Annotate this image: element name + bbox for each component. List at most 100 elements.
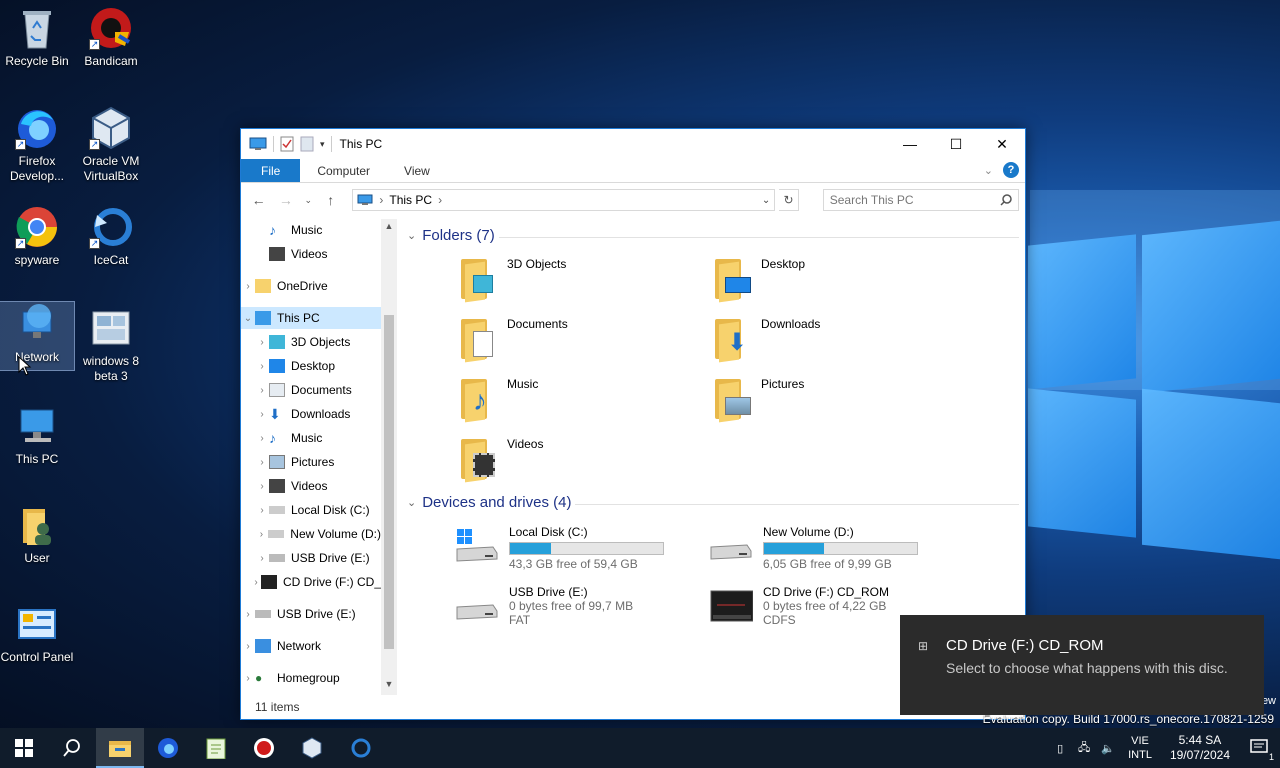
expand-chevron-icon[interactable]: › <box>255 361 269 372</box>
expand-ribbon-icon[interactable]: ⌄ <box>984 164 993 177</box>
folder-3d-objects[interactable]: 3D Objects <box>459 257 566 303</box>
close-button[interactable]: ✕ <box>979 129 1025 159</box>
drive-local-disk-c[interactable]: Local Disk (C:) 43,3 GB free of 59,4 GB <box>455 525 664 571</box>
up-button[interactable]: ↑ <box>319 192 342 208</box>
folder-desktop[interactable]: Desktop <box>713 257 805 303</box>
desktop-icon-user[interactable]: User <box>0 503 74 566</box>
expand-chevron-icon[interactable]: › <box>241 673 255 684</box>
nav-item-desktop[interactable]: › Desktop <box>241 355 381 377</box>
tab-view[interactable]: View <box>387 159 447 182</box>
expand-chevron-icon[interactable]: › <box>251 577 261 588</box>
scroll-thumb[interactable] <box>384 315 394 649</box>
address-bar[interactable]: › This PC › ⌄ <box>352 189 776 211</box>
drive-new-volume-d[interactable]: New Volume (D:) 6,05 GB free of 9,99 GB <box>709 525 918 571</box>
taskbar-file-explorer[interactable] <box>96 728 144 768</box>
expand-chevron-icon[interactable]: › <box>255 553 269 564</box>
properties-icon[interactable] <box>280 136 294 152</box>
folder-documents[interactable]: Documents <box>459 317 568 363</box>
recent-locations-button[interactable]: ⌄ <box>302 195 316 206</box>
collapse-chevron-icon[interactable]: ⌄ <box>241 313 255 324</box>
folders-group-header[interactable]: ⌄ Folders (7) <box>407 227 495 244</box>
nav-item-music[interactable]: ♪ Music <box>241 219 381 241</box>
expand-chevron-icon[interactable]: › <box>241 609 255 620</box>
nav-item-network[interactable]: › Network <box>241 635 381 657</box>
desktop-icon-virtualbox[interactable]: ↗ Oracle VM VirtualBox <box>74 106 148 184</box>
expand-chevron-icon[interactable]: › <box>255 529 269 540</box>
desktop-icon-firefox-dev[interactable]: ↗ Firefox Develop... <box>0 106 74 184</box>
nav-item-videos-2[interactable]: › Videos <box>241 475 381 497</box>
nav-scrollbar[interactable]: ▲ ▼ <box>381 219 397 695</box>
nav-item-downloads[interactable]: › ⬇ Downloads <box>241 403 381 425</box>
minimize-button[interactable]: — <box>887 129 933 159</box>
taskbar-virtualbox[interactable] <box>288 728 336 768</box>
nav-item-cd-drive-f[interactable]: › CD Drive (F:) CD_ <box>241 571 381 593</box>
desktop-icon-control-panel[interactable]: Control Panel <box>0 602 74 665</box>
taskbar-bandicam[interactable] <box>240 728 288 768</box>
folder-videos[interactable]: Videos <box>459 437 543 483</box>
nav-item-local-disk-c[interactable]: › Local Disk (C:) <box>241 499 381 521</box>
expand-chevron-icon[interactable]: › <box>241 641 255 652</box>
new-folder-icon[interactable] <box>300 136 314 152</box>
taskbar-icecat[interactable] <box>336 728 384 768</box>
tab-file[interactable]: File <box>241 159 301 182</box>
search-button[interactable] <box>48 728 96 768</box>
search-box[interactable]: Search This PC <box>822 189 1019 211</box>
customize-toolbar-icon[interactable]: ▾ <box>320 139 325 150</box>
expand-chevron-icon[interactable]: › <box>241 281 255 292</box>
collapse-chevron-icon[interactable]: ⌄ <box>407 496 416 509</box>
nav-item-videos[interactable]: Videos <box>241 243 381 265</box>
nav-item-usb-drive-e-root[interactable]: › USB Drive (E:) <box>241 603 381 625</box>
nav-item-pictures[interactable]: › Pictures <box>241 451 381 473</box>
folder-downloads[interactable]: ⬇ Downloads <box>713 317 820 363</box>
maximize-button[interactable]: ☐ <box>933 129 979 159</box>
nav-item-music-2[interactable]: › ♪ Music <box>241 427 381 449</box>
breadcrumb-separator-icon[interactable]: › <box>438 193 442 207</box>
volume-muted-icon[interactable]: 🔈 <box>1096 742 1120 755</box>
drive-usb-e[interactable]: USB Drive (E:) 0 bytes free of 99,7 MB F… <box>455 585 633 627</box>
expand-chevron-icon[interactable]: › <box>255 433 269 444</box>
drives-group-header[interactable]: ⌄ Devices and drives (4) <box>407 494 571 511</box>
usb-eject-icon[interactable]: ▯ <box>1048 742 1072 755</box>
tab-computer[interactable]: Computer <box>300 159 387 182</box>
network-tray-icon[interactable]: 🖧 <box>1072 739 1096 758</box>
expand-chevron-icon[interactable]: › <box>255 409 269 420</box>
breadcrumb-this-pc[interactable]: This PC <box>389 193 432 207</box>
desktop-icon-network[interactable]: Network <box>0 301 75 371</box>
action-center-button[interactable]: 1 <box>1240 728 1280 768</box>
desktop-icon-this-pc[interactable]: This PC <box>0 404 74 467</box>
nav-item-this-pc[interactable]: ⌄ This PC <box>241 307 381 329</box>
address-dropdown-icon[interactable]: ⌄ <box>762 195 770 206</box>
desktop-icon-recycle-bin[interactable]: Recycle Bin <box>0 6 74 69</box>
expand-chevron-icon[interactable]: › <box>255 337 269 348</box>
expand-chevron-icon[interactable]: › <box>255 457 269 468</box>
taskbar-notepad-plus[interactable] <box>192 728 240 768</box>
desktop-icon-chrome[interactable]: ↗ spyware <box>0 205 74 268</box>
clock[interactable]: 5:44 SA 19/07/2024 <box>1160 733 1240 763</box>
nav-item-usb-drive-e[interactable]: › USB Drive (E:) <box>241 547 381 569</box>
desktop-icon-bandicam[interactable]: ↗ Bandicam <box>74 6 148 69</box>
folder-music[interactable]: ♪ Music <box>459 377 538 423</box>
refresh-button[interactable]: ↻ <box>779 189 799 211</box>
start-button[interactable] <box>0 728 48 768</box>
back-button[interactable]: ← <box>247 192 270 208</box>
nav-item-3d-objects[interactable]: › 3D Objects <box>241 331 381 353</box>
collapse-chevron-icon[interactable]: ⌄ <box>407 229 416 242</box>
folder-pictures[interactable]: Pictures <box>713 377 804 423</box>
autoplay-toast[interactable]: ⊞ CD Drive (F:) CD_ROM Select to choose … <box>900 615 1264 715</box>
nav-item-homegroup[interactable]: › ● Homegroup <box>241 667 381 689</box>
expand-chevron-icon[interactable]: › <box>255 385 269 396</box>
nav-item-new-volume-d[interactable]: › New Volume (D:) <box>241 523 381 545</box>
expand-chevron-icon[interactable]: › <box>255 481 269 492</box>
taskbar-firefox-dev[interactable] <box>144 728 192 768</box>
scroll-down-icon[interactable]: ▼ <box>381 679 397 689</box>
expand-chevron-icon[interactable]: › <box>255 505 269 516</box>
help-icon[interactable]: ? <box>1003 162 1019 178</box>
desktop-icon-icecat[interactable]: ↗ IceCat <box>74 205 148 268</box>
language-indicator[interactable]: VIE INTL <box>1120 734 1160 762</box>
nav-item-documents[interactable]: › Documents <box>241 379 381 401</box>
drive-cd-f[interactable]: CD Drive (F:) CD_ROM 0 bytes free of 4,2… <box>709 585 889 627</box>
desktop-icon-windows8[interactable]: windows 8 beta 3 <box>74 306 148 384</box>
nav-item-onedrive[interactable]: › OneDrive <box>241 275 381 297</box>
title-bar[interactable]: ▾ This PC — ☐ ✕ <box>241 129 1025 159</box>
scroll-up-icon[interactable]: ▲ <box>381 221 397 231</box>
